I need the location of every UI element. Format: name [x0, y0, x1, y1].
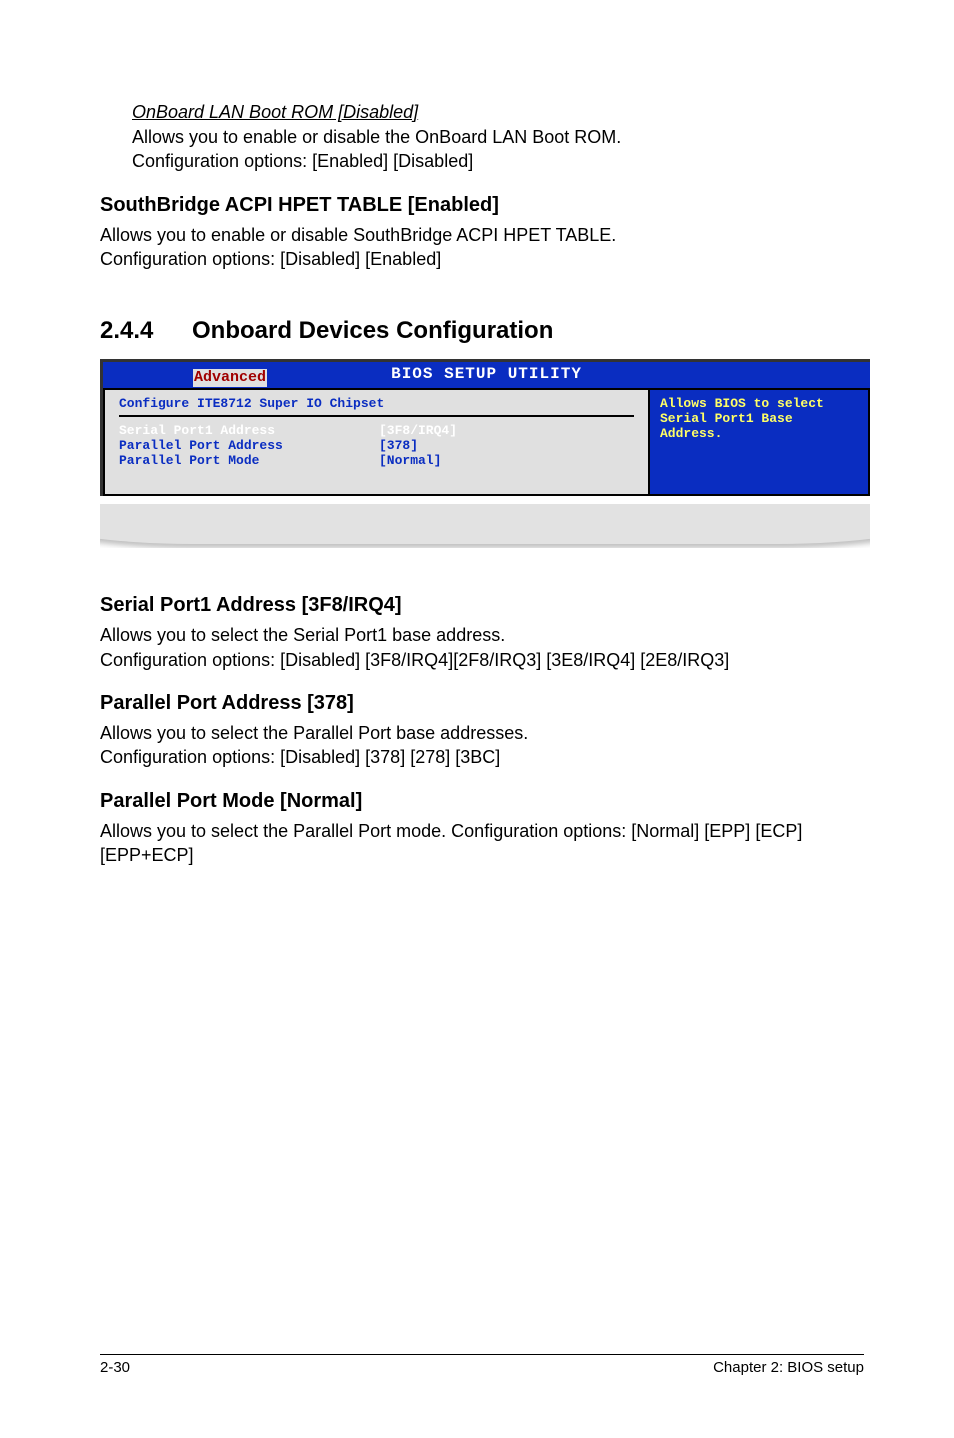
southbridge-heading: SouthBridge ACPI HPET TABLE [Enabled] [100, 194, 864, 217]
parallel-mode-line1: Allows you to select the Parallel Port m… [100, 819, 864, 868]
bios-row-label: Parallel Port Address [119, 438, 379, 453]
bios-panel: BIOS SETUP UTILITY Advanced Configure IT… [100, 359, 870, 496]
parallel-addr-line2: Configuration options: [Disabled] [378] … [100, 745, 864, 769]
footer-chapter: Chapter 2: BIOS setup [713, 1359, 864, 1376]
parallel-addr-heading: Parallel Port Address [378] [100, 692, 864, 715]
parallel-mode-heading: Parallel Port Mode [Normal] [100, 790, 864, 813]
footer-page-number: 2-30 [100, 1359, 130, 1376]
serial-heading: Serial Port1 Address [3F8/IRQ4] [100, 594, 864, 617]
section-number: 2.4.4 [100, 317, 192, 345]
bios-tab-advanced[interactable]: Advanced [193, 369, 267, 387]
southbridge-line2: Configuration options: [Disabled] [Enabl… [100, 247, 864, 271]
bios-help-pane: Allows BIOS to select Serial Port1 Base … [650, 388, 870, 496]
bios-row-value: [378] [379, 438, 418, 453]
bios-row-serial-port1[interactable]: Serial Port1 Address [3F8/IRQ4] [119, 423, 634, 438]
serial-line2: Configuration options: [Disabled] [3F8/I… [100, 648, 864, 672]
bios-curve-decoration [100, 504, 870, 548]
onboard-lan-line2: Configuration options: [Enabled] [Disabl… [132, 149, 864, 173]
bios-main-pane: Configure ITE8712 Super IO Chipset Seria… [103, 388, 650, 496]
bios-row-parallel-mode[interactable]: Parallel Port Mode [Normal] [119, 453, 634, 468]
bios-row-label: Parallel Port Mode [119, 453, 379, 468]
section-title: Onboard Devices Configuration [192, 317, 553, 345]
bios-row-value: [Normal] [379, 453, 441, 468]
bios-title: BIOS SETUP UTILITY [391, 365, 582, 383]
southbridge-line1: Allows you to enable or disable SouthBri… [100, 223, 864, 247]
bios-row-parallel-address[interactable]: Parallel Port Address [378] [119, 438, 634, 453]
bios-panel-heading: Configure ITE8712 Super IO Chipset [119, 396, 634, 417]
onboard-lan-heading: OnBoard LAN Boot ROM [Disabled] [132, 100, 864, 125]
serial-line1: Allows you to select the Serial Port1 ba… [100, 623, 864, 647]
bios-row-label: Serial Port1 Address [119, 423, 379, 438]
bios-help-text: Allows BIOS to select Serial Port1 Base … [660, 396, 824, 441]
onboard-lan-line1: Allows you to enable or disable the OnBo… [132, 125, 864, 149]
bios-row-value: [3F8/IRQ4] [379, 423, 457, 438]
parallel-addr-line1: Allows you to select the Parallel Port b… [100, 721, 864, 745]
